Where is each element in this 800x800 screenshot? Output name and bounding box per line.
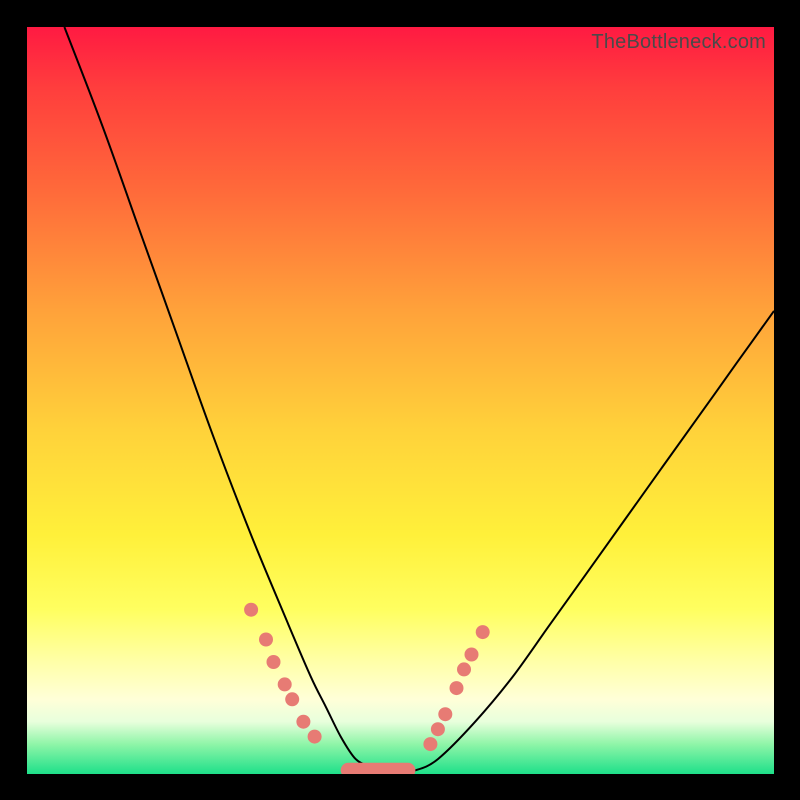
- marker-dot: [267, 655, 281, 669]
- floor-pill: [341, 763, 416, 774]
- marker-dot: [465, 648, 479, 662]
- marker-dot: [476, 625, 490, 639]
- curve-layer: [27, 27, 774, 774]
- chart-stage: TheBottleneck.com: [0, 0, 800, 800]
- marker-dot: [308, 730, 322, 744]
- marker-dot: [423, 737, 437, 751]
- plot-area: TheBottleneck.com: [27, 27, 774, 774]
- marker-dot: [457, 662, 471, 676]
- bottleneck-curve: [64, 27, 774, 771]
- marker-dot: [438, 707, 452, 721]
- marker-dots: [244, 603, 490, 774]
- marker-dot: [278, 677, 292, 691]
- marker-dot: [296, 715, 310, 729]
- marker-dot: [450, 681, 464, 695]
- marker-dot: [285, 692, 299, 706]
- marker-dot: [431, 722, 445, 736]
- marker-dot: [259, 633, 273, 647]
- marker-dot: [244, 603, 258, 617]
